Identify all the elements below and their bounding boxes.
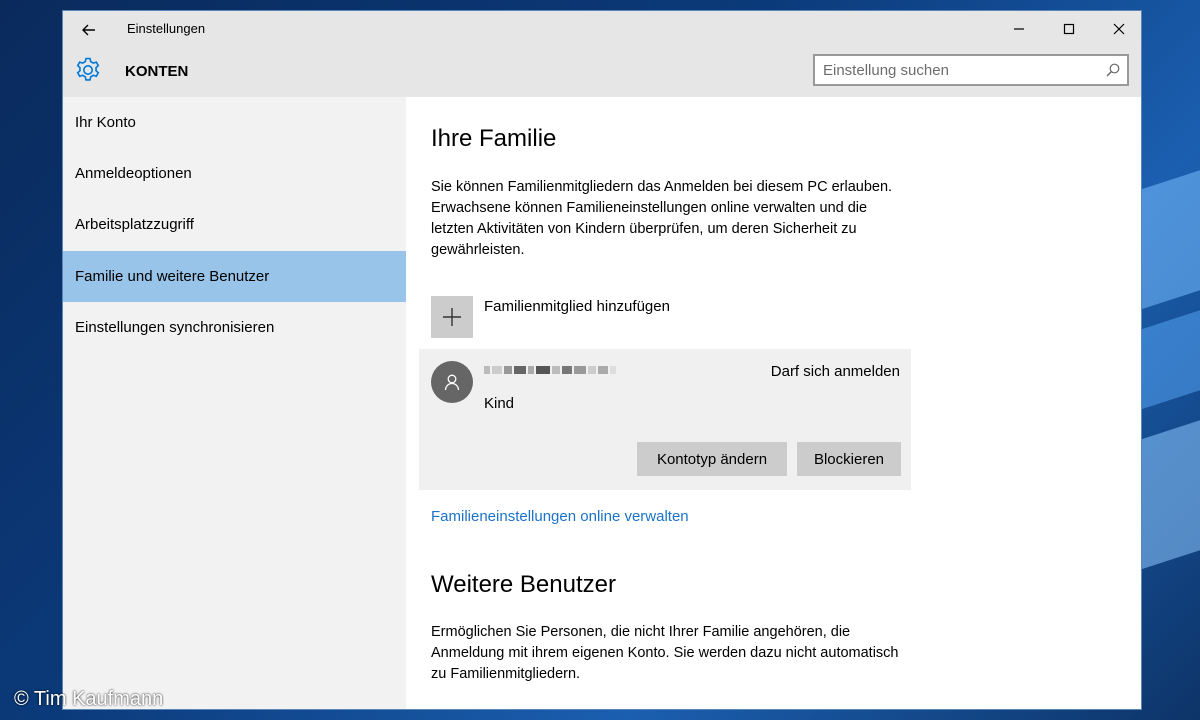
plus-icon (443, 308, 461, 326)
other-users-description: Ermöglichen Sie Personen, die nicht Ihre… (431, 624, 899, 682)
manage-family-online-link[interactable]: Familieneinstellungen online verwalten (431, 508, 689, 525)
block-button[interactable]: Blockieren (797, 442, 901, 476)
title-bar: Einstellungen KONTEN (63, 11, 1141, 97)
sidebar-item-ihr-konto[interactable]: Ihr Konto (63, 97, 406, 148)
close-icon (1113, 23, 1125, 35)
main-content: Ihre Familie Sie können Familienmitglied… (406, 97, 1141, 709)
arrow-left-icon (82, 24, 95, 36)
back-button[interactable] (77, 18, 101, 42)
sidebar-item-arbeitsplatzzugriff[interactable]: Arbeitsplatzzugriff (63, 199, 406, 250)
maximize-icon (1063, 23, 1075, 35)
search-input[interactable] (815, 56, 1101, 84)
family-member-card[interactable]: Darf sich anmelden Kind Kontotyp ändern … (419, 349, 911, 490)
sidebar-item-familie[interactable]: Familie und weitere Benutzer (63, 251, 406, 302)
window-title: Einstellungen (127, 21, 206, 36)
other-users-heading: Weitere Benutzer (431, 571, 616, 598)
user-icon (444, 374, 460, 391)
section-title: KONTEN (125, 63, 189, 80)
maximize-button[interactable] (1057, 17, 1081, 41)
change-account-type-button[interactable]: Kontotyp ändern (637, 442, 787, 476)
close-button[interactable] (1107, 17, 1131, 41)
family-heading: Ihre Familie (431, 125, 557, 152)
avatar (431, 361, 473, 403)
search-box[interactable] (813, 54, 1129, 86)
settings-window: Einstellungen KONTEN Einstellung suchen … (62, 10, 1142, 710)
search-icon[interactable] (1105, 62, 1121, 78)
copyright-watermark: © Tim Kaufmann (14, 688, 164, 710)
family-description: Sie können Familienmitgliedern das Anmel… (431, 179, 893, 258)
add-family-member-button[interactable] (431, 296, 473, 338)
sidebar-item-anmeldeoptionen[interactable]: Anmeldeoptionen (63, 148, 406, 199)
gear-icon (74, 56, 102, 84)
minimize-icon (1014, 28, 1024, 30)
add-family-member-label[interactable]: Familienmitglied hinzufügen (484, 298, 670, 315)
member-role: Kind (484, 395, 515, 412)
minimize-button[interactable] (1007, 17, 1031, 41)
pixelated-username (484, 364, 659, 376)
sidebar-item-synchronisieren[interactable]: Einstellungen synchronisieren (63, 302, 406, 353)
sidebar: Ihr Konto Anmeldeoptionen Arbeitsplatzzu… (63, 97, 406, 709)
member-status: Darf sich anmelden (770, 363, 900, 380)
